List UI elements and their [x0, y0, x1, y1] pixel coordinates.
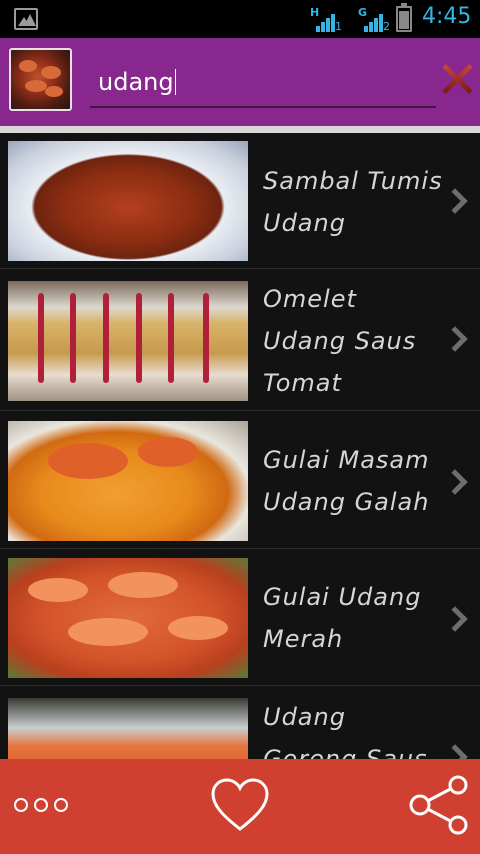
sambal-tumis-udang-photo	[8, 141, 248, 261]
chevron-right-icon	[442, 606, 468, 632]
signal-sim1-icon: H 1	[310, 6, 342, 33]
clock: 4:45	[422, 4, 472, 29]
search-input-value: udang	[98, 68, 174, 96]
recipe-title: Omelet Udang Saus Tomat	[263, 285, 417, 397]
recipe-title: Gulai Udang Merah	[263, 583, 422, 653]
udang-goreng-photo	[8, 698, 248, 759]
gulai-udang-merah-photo	[8, 558, 248, 678]
text-cursor	[174, 69, 176, 95]
search-header: udang	[0, 38, 480, 126]
list-item[interactable]: Omelet Udang Saus Tomat	[0, 269, 480, 411]
bottom-action-bar	[0, 759, 480, 854]
gallery-notification-icon	[14, 8, 38, 30]
recipe-title: Gulai Masam Udang Galah	[263, 446, 430, 516]
recipe-title: Sambal Tumis Udang	[263, 167, 443, 237]
search-input[interactable]: udang	[90, 62, 436, 108]
clear-search-button[interactable]	[440, 62, 474, 96]
chevron-right-icon	[442, 744, 468, 759]
list-item[interactable]: Sambal Tumis Udang	[0, 133, 480, 269]
share-icon	[409, 775, 468, 835]
chevron-right-icon	[442, 469, 468, 495]
omelet-udang-photo	[8, 281, 248, 401]
recipe-title: Udang Goreng Saus	[263, 703, 428, 759]
header-divider	[0, 126, 480, 133]
list-item[interactable]: Gulai Udang Merah	[0, 549, 480, 686]
status-bar: H 1 G 2 4:45	[0, 0, 480, 38]
gulai-masam-photo	[8, 421, 248, 541]
app-logo	[9, 48, 72, 111]
share-button[interactable]	[406, 775, 472, 835]
chevron-right-icon	[442, 188, 468, 214]
favorite-button[interactable]	[210, 777, 270, 833]
list-item[interactable]: Gulai Masam Udang Galah	[0, 411, 480, 549]
recipe-list[interactable]: Sambal Tumis Udang Omelet Udang Saus Tom…	[0, 133, 480, 759]
heart-icon	[211, 778, 269, 831]
chevron-right-icon	[442, 326, 468, 352]
signal-sim2-icon: G 2	[358, 6, 390, 33]
list-item[interactable]: Udang Goreng Saus	[0, 686, 480, 759]
more-options-button[interactable]	[12, 795, 72, 815]
battery-icon	[396, 3, 412, 32]
